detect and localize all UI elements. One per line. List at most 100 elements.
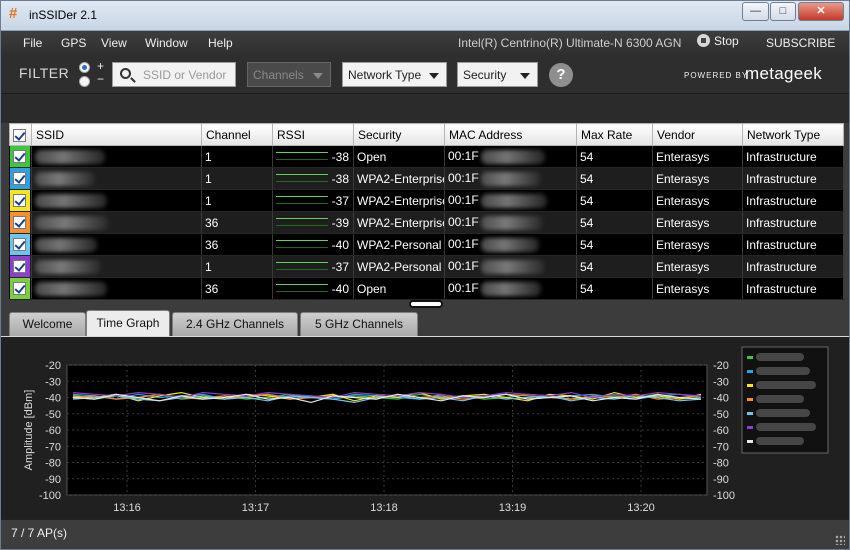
help-button[interactable]: ?	[549, 63, 573, 87]
menu-bar: File GPS View Window Help Intel(R) Centr…	[1, 31, 849, 55]
close-button[interactable]: ✕	[798, 2, 844, 21]
minimize-button[interactable]: —	[742, 2, 769, 21]
legend-redacted-label	[756, 409, 810, 417]
row-visible-checkbox[interactable]	[13, 238, 26, 251]
row-color-swatch[interactable]	[9, 189, 32, 212]
plus-sign: +	[97, 59, 105, 73]
max-rate-cell: 54	[576, 167, 653, 190]
resize-grip-icon[interactable]	[835, 535, 845, 545]
row-color-swatch[interactable]	[9, 233, 32, 256]
rssi-value: -40	[331, 238, 349, 252]
maximize-button[interactable]: □	[770, 2, 796, 21]
row-color-swatch[interactable]	[9, 167, 32, 190]
window-title: inSSIDer 2.1	[29, 8, 98, 22]
status-bar: 7 / 7 AP(s)	[1, 519, 849, 549]
max-rate-cell: 54	[576, 211, 653, 234]
legend-swatch	[747, 370, 753, 373]
network-type-dropdown[interactable]: Network Type	[342, 62, 447, 87]
security-dropdown-label: Security	[463, 68, 507, 82]
row-color-swatch[interactable]	[9, 145, 32, 168]
mac-address-cell: 00:1F	[444, 233, 577, 256]
menu-gps[interactable]: GPS	[61, 36, 86, 50]
x-tick-label: 13:16	[113, 502, 141, 514]
table-row[interactable]: 1 -38 WPA2-Enterprise 00:1F 54 Enterasys…	[9, 167, 844, 190]
ssid-cell	[31, 233, 202, 256]
x-tick-label: 13:19	[499, 502, 527, 514]
row-visible-checkbox[interactable]	[13, 150, 26, 163]
ap-count-status: 7 / 7 AP(s)	[11, 526, 68, 540]
tab-2-4-ghz-channels[interactable]: 2.4 GHz Channels	[172, 312, 298, 336]
x-tick-label: 13:17	[242, 502, 270, 514]
rssi-value: -38	[331, 172, 349, 186]
app-window: # inSSIDer 2.1 — □ ✕ File GPS View Windo…	[0, 0, 850, 550]
menu-file[interactable]: File	[23, 36, 42, 50]
filter-include-radio[interactable]	[79, 62, 90, 73]
ssid-search-input[interactable]	[143, 66, 233, 83]
column-header-vendor[interactable]: Vendor	[652, 123, 743, 146]
table-row[interactable]: 36 -40 Open 00:1F 54 Enterasys Infrastru…	[9, 277, 844, 300]
table-row[interactable]: 1 -37 WPA2-Personal 00:1F 54 Enterasys I…	[9, 255, 844, 278]
y-tick-label-right: -70	[713, 441, 729, 453]
column-header-max-rate[interactable]: Max Rate	[576, 123, 653, 146]
column-header-rssi[interactable]: RSSI	[272, 123, 354, 146]
mac-address-cell: 00:1F	[444, 189, 577, 212]
column-header-mac-address[interactable]: MAC Address	[444, 123, 577, 146]
table-row[interactable]: 1 -38 Open 00:1F 54 Enterasys Infrastruc…	[9, 145, 844, 168]
select-all-header[interactable]	[9, 123, 32, 146]
ssid-search-box[interactable]	[112, 62, 236, 87]
menu-window[interactable]: Window	[145, 36, 188, 50]
stop-button[interactable]: Stop	[697, 34, 739, 48]
stop-label: Stop	[714, 34, 739, 48]
table-row[interactable]: 1 -37 WPA2-Enterprise 00:1F 54 Enterasys…	[9, 189, 844, 212]
ssid-cell	[31, 277, 202, 300]
column-header-security[interactable]: Security	[353, 123, 445, 146]
row-visible-checkbox[interactable]	[13, 172, 26, 185]
table-row[interactable]: 36 -40 WPA2-Personal 00:1F 54 Enterasys …	[9, 233, 844, 256]
rssi-sparkline	[276, 214, 328, 226]
panel-splitter-handle[interactable]	[409, 300, 443, 308]
mac-prefix: 00:1F	[448, 171, 479, 186]
redacted-mac	[480, 171, 541, 186]
tab-welcome[interactable]: Welcome	[9, 312, 86, 336]
network-type-cell: Infrastructure	[742, 255, 844, 278]
adapter-name[interactable]: Intel(R) Centrino(R) Ultimate-N 6300 AGN	[458, 36, 681, 50]
tab-5-ghz-channels[interactable]: 5 GHz Channels	[300, 312, 418, 336]
column-header-network-type[interactable]: Network Type	[742, 123, 844, 146]
menu-help[interactable]: Help	[208, 36, 233, 50]
mac-prefix: 00:1F	[448, 215, 479, 230]
mac-prefix: 00:1F	[448, 281, 479, 296]
row-color-swatch[interactable]	[9, 277, 32, 300]
table-header-row: SSID Channel RSSI Security MAC Address M…	[9, 123, 844, 146]
menu-view[interactable]: View	[101, 36, 127, 50]
select-all-checkbox[interactable]	[13, 128, 26, 142]
subscribe-link[interactable]: SUBSCRIBE	[766, 36, 835, 50]
column-header-channel[interactable]: Channel	[201, 123, 273, 146]
tab-time-graph[interactable]: Time Graph	[86, 310, 170, 336]
max-rate-cell: 54	[576, 145, 653, 168]
security-cell: WPA2-Enterprise	[353, 211, 445, 234]
row-color-swatch[interactable]	[9, 211, 32, 234]
table-row[interactable]: 36 -39 WPA2-Enterprise 00:1F 54 Enterasy…	[9, 211, 844, 234]
row-visible-checkbox[interactable]	[13, 216, 26, 229]
y-tick-label-left: -30	[45, 376, 61, 388]
metageek-logo[interactable]: metageek	[745, 64, 822, 84]
row-visible-checkbox[interactable]	[13, 260, 26, 273]
redacted-ssid	[35, 149, 105, 164]
legend-swatch	[747, 426, 753, 429]
redacted-mac	[480, 149, 545, 164]
redacted-mac	[480, 215, 543, 230]
channels-dropdown[interactable]: Channels	[247, 62, 331, 87]
row-color-swatch[interactable]	[9, 255, 32, 278]
channel-cell: 1	[201, 167, 273, 190]
rssi-value: -37	[331, 194, 349, 208]
security-dropdown[interactable]: Security	[457, 62, 538, 87]
y-tick-label-right: -50	[713, 409, 729, 421]
column-header-ssid[interactable]: SSID	[31, 123, 202, 146]
filter-exclude-radio[interactable]	[79, 76, 90, 87]
security-cell: Open	[353, 277, 445, 300]
channels-dropdown-label: Channels	[253, 68, 304, 82]
row-visible-checkbox[interactable]	[13, 282, 26, 295]
legend-swatch	[747, 440, 753, 443]
row-visible-checkbox[interactable]	[13, 194, 26, 207]
vendor-cell: Enterasys	[652, 189, 743, 212]
